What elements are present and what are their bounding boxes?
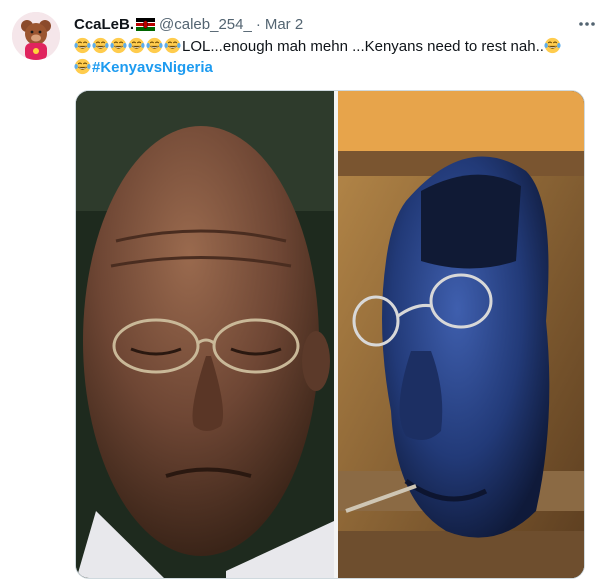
avatar[interactable]: [12, 12, 60, 60]
laughing-emoji-icon: [146, 37, 163, 54]
laughing-emoji-icon: [128, 37, 145, 54]
emoji-group-trailing: [544, 37, 562, 55]
handle[interactable]: @caleb_254_: [159, 16, 252, 33]
kenya-flag-icon: [136, 17, 156, 31]
display-name[interactable]: CcaLeB.: [74, 16, 134, 33]
laughing-emoji-icon: [74, 58, 91, 75]
laughing-emoji-icon: [164, 37, 181, 54]
emoji-group: [74, 37, 182, 55]
hashtag-link[interactable]: #KenyavsNigeria: [92, 59, 213, 76]
emoji-group-second-line: [74, 58, 92, 76]
more-button[interactable]: [577, 14, 597, 34]
laughing-emoji-icon: [74, 37, 91, 54]
tweet-date[interactable]: Mar 2: [265, 16, 303, 33]
meme-photo: [76, 91, 584, 578]
separator-dot: ·: [255, 15, 261, 33]
tweet[interactable]: CcaLeB. @caleb_254_ · Mar 2 LOL...enough…: [0, 0, 615, 583]
laughing-emoji-icon: [92, 37, 109, 54]
tweet-text: LOL...enough mah mehn ...Kenyans need to…: [74, 36, 594, 78]
laughing-emoji-icon: [110, 37, 127, 54]
tweet-media-image[interactable]: [75, 90, 585, 579]
tweet-body: LOL...enough mah mehn ...Kenyans need to…: [182, 38, 544, 55]
bear-avatar-icon: [12, 12, 60, 60]
tweet-header: CcaLeB. @caleb_254_ · Mar 2: [74, 13, 575, 35]
laughing-emoji-icon: [544, 37, 561, 54]
more-icon: [579, 22, 595, 26]
